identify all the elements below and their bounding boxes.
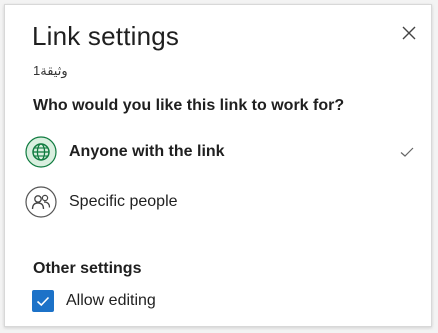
allow-editing-checkbox[interactable] (32, 290, 54, 312)
link-settings-dialog: Link settings وثيقة1 Who would you like … (4, 4, 432, 327)
people-icon (25, 186, 57, 218)
option-anyone-label: Anyone with the link (69, 143, 225, 160)
audience-question: Who would you like this link to work for… (33, 97, 345, 114)
document-name: وثيقة1 (33, 63, 68, 78)
allow-editing-label: Allow editing (66, 292, 156, 309)
close-button[interactable] (397, 21, 421, 45)
checkmark-icon (36, 296, 50, 307)
other-settings-heading: Other settings (33, 260, 142, 277)
close-icon (402, 26, 416, 40)
option-specific-label: Specific people (69, 193, 178, 210)
checkmark-icon (400, 147, 414, 157)
dialog-title: Link settings (32, 21, 180, 51)
globe-icon (25, 136, 57, 168)
allow-editing-row[interactable]: Allow editing (32, 290, 156, 312)
option-specific-people[interactable]: Specific people (21, 182, 421, 222)
option-anyone-with-link[interactable]: Anyone with the link (21, 132, 421, 172)
